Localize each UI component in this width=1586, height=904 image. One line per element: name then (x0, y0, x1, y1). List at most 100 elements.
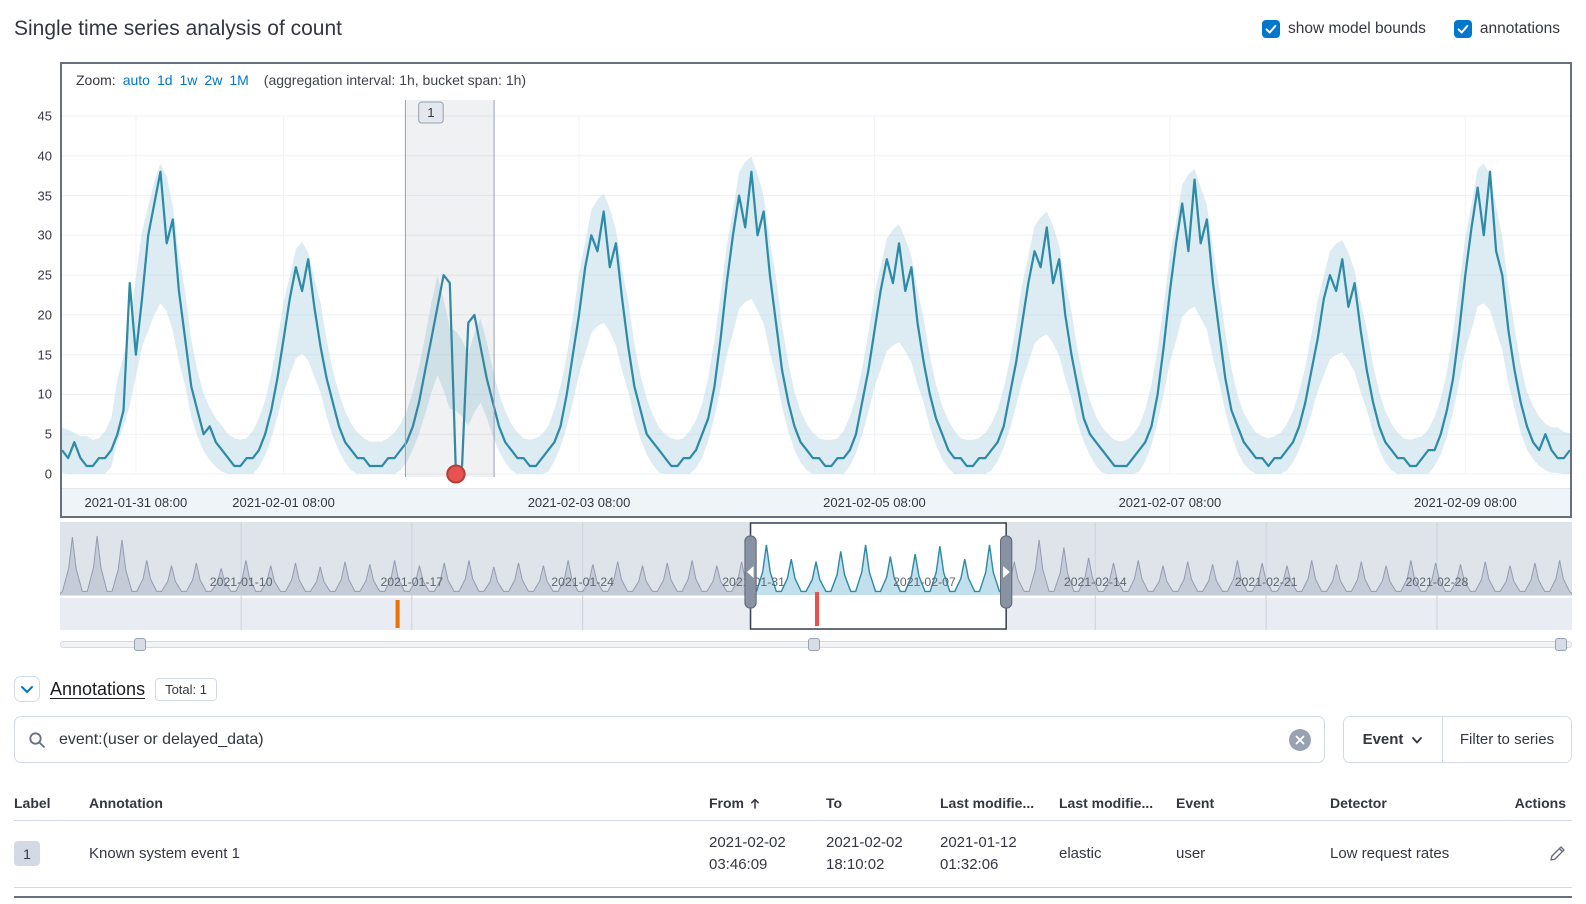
context-tick-label: 2021-02-14 (1064, 575, 1127, 589)
annotation-table-row: 1 Known system event 1 2021-02-02 03:46:… (14, 821, 1572, 888)
context-tick-label: 2021-02-28 (1406, 575, 1469, 589)
checkbox-checked-icon (1262, 20, 1280, 38)
cell-actions (1496, 845, 1572, 862)
sort-ascending-icon (749, 797, 761, 810)
zoom-label: Zoom: (76, 72, 116, 88)
y-axis-label: 5 (45, 427, 52, 442)
zoom-controls: Zoom: auto 1d 1w 2w 1M (aggregation inte… (62, 64, 1570, 96)
annotations-table: Label Annotation From To Last modifie...… (14, 789, 1572, 898)
annotations-header: Annotations Total: 1 (14, 676, 1572, 702)
col-last-modified-time[interactable]: Last modifie... (940, 795, 1059, 811)
col-actions: Actions (1496, 795, 1572, 811)
context-tick-label: 2021-02-07 (893, 575, 956, 589)
cell-last-modified-by: elastic (1059, 845, 1176, 862)
y-axis: 051015202530354045 (14, 62, 60, 652)
search-icon (28, 731, 46, 749)
y-axis-label: 20 (38, 307, 52, 322)
cell-event: user (1176, 845, 1330, 862)
y-axis-label: 35 (38, 188, 52, 203)
range-slider-handle[interactable] (1555, 638, 1567, 651)
checkbox-checked-icon (1454, 20, 1472, 38)
filter-to-series-button[interactable]: Filter to series (1443, 717, 1571, 762)
col-from[interactable]: From (709, 795, 826, 811)
col-last-modified-by[interactable]: Last modifie... (1059, 795, 1176, 811)
annotation-label-badge: 1 (14, 841, 40, 866)
topbar: Single time series analysis of count sho… (14, 8, 1572, 50)
y-axis-label: 40 (38, 148, 52, 163)
context-tick-label: 2021-01-24 (551, 575, 614, 589)
context-overview-chart[interactable]: 2021-01-102021-01-172021-01-242021-01-31… (60, 522, 1572, 634)
zoom-1M-link[interactable]: 1M (229, 72, 248, 88)
swimlane-marker[interactable] (815, 592, 819, 626)
x-axis-label: 2021-02-01 08:00 (232, 495, 335, 510)
checkbox-label: annotations (1480, 20, 1560, 38)
annotations-controls: Event Filter to series (14, 716, 1572, 763)
range-slider-handle[interactable] (808, 638, 820, 651)
chart-section: 051015202530354045 Zoom: auto 1d 1w 2w 1… (14, 62, 1572, 652)
y-axis-label: 15 (38, 347, 52, 362)
zoom-1w-link[interactable]: 1w (180, 72, 198, 88)
clear-search-button[interactable] (1289, 729, 1311, 751)
annotations-search-box (14, 716, 1325, 763)
to-time: 18:10:02 (826, 854, 940, 876)
zoom-auto-link[interactable]: auto (123, 72, 150, 88)
cell-to: 2021-02-02 18:10:02 (826, 832, 940, 876)
x-axis-label: 2021-02-09 08:00 (1414, 495, 1517, 510)
checkbox-annotations[interactable]: annotations (1454, 20, 1560, 38)
close-icon (1295, 735, 1305, 745)
y-axis-label: 45 (38, 109, 52, 124)
modified-date: 2021-01-12 (940, 832, 1059, 854)
annotations-total-badge: Total: 1 (155, 678, 217, 701)
cell-label: 1 (14, 841, 89, 866)
chevron-down-icon (1411, 734, 1423, 746)
context-tick-label: 2021-01-17 (380, 575, 443, 589)
anomaly-marker[interactable] (447, 466, 464, 483)
annotation-region[interactable] (405, 100, 494, 477)
modified-time: 01:32:06 (940, 854, 1059, 876)
col-event[interactable]: Event (1176, 795, 1330, 811)
timeseries-chart[interactable]: 1 (62, 96, 1570, 488)
search-input[interactable] (15, 717, 1324, 762)
page-title: Single time series analysis of count (14, 17, 342, 41)
context-tick-label: 2021-01-10 (210, 575, 273, 589)
event-filter-label: Event (1363, 731, 1404, 748)
table-header: Label Annotation From To Last modifie...… (14, 789, 1572, 821)
checkbox-show-model-bounds[interactable]: show model bounds (1262, 20, 1426, 38)
cell-annotation: Known system event 1 (89, 845, 709, 862)
col-from-label: From (709, 795, 744, 811)
x-axis-label: 2021-02-05 08:00 (823, 495, 926, 510)
x-axis-label: 2021-01-31 08:00 (85, 495, 188, 510)
pencil-icon (1549, 845, 1566, 862)
cell-last-modified-time: 2021-01-12 01:32:06 (940, 832, 1059, 876)
x-axis-label: 2021-02-07 08:00 (1119, 495, 1222, 510)
from-date: 2021-02-02 (709, 832, 826, 854)
col-detector[interactable]: Detector (1330, 795, 1496, 811)
x-axis-label: 2021-02-03 08:00 (528, 495, 631, 510)
from-time: 03:46:09 (709, 854, 826, 876)
event-filter-dropdown[interactable]: Event (1344, 717, 1443, 762)
y-axis-label: 30 (38, 228, 52, 243)
filter-button-group: Event Filter to series (1343, 716, 1572, 763)
col-label: Label (14, 795, 89, 811)
x-axis: 2021-01-31 08:00 2021-02-01 08:00 2021-02-… (62, 488, 1570, 516)
zoom-1d-link[interactable]: 1d (157, 72, 173, 88)
swimlane-marker[interactable] (396, 600, 400, 628)
chevron-down-icon (22, 687, 32, 692)
col-annotation[interactable]: Annotation (89, 795, 709, 811)
cell-detector: Low request rates (1330, 845, 1496, 862)
time-range-slider[interactable] (60, 636, 1572, 652)
annotations-title[interactable]: Annotations (50, 679, 145, 700)
y-axis-label: 25 (38, 268, 52, 283)
zoom-2w-link[interactable]: 2w (204, 72, 222, 88)
col-to[interactable]: To (826, 795, 940, 811)
single-metric-viewer: Single time series analysis of count sho… (0, 0, 1586, 898)
edit-annotation-button[interactable] (1549, 845, 1566, 862)
to-date: 2021-02-02 (826, 832, 940, 854)
cell-from: 2021-02-02 03:46:09 (709, 832, 826, 876)
annotations-accordion-toggle[interactable] (14, 676, 40, 702)
aggregation-note: (aggregation interval: 1h, bucket span: … (264, 72, 526, 88)
main-chart-panel: Zoom: auto 1d 1w 2w 1M (aggregation inte… (60, 62, 1572, 518)
range-slider-handle[interactable] (134, 638, 146, 651)
chart-column: Zoom: auto 1d 1w 2w 1M (aggregation inte… (60, 62, 1572, 652)
chart-option-checkboxes: show model bounds annotations (1262, 20, 1560, 38)
